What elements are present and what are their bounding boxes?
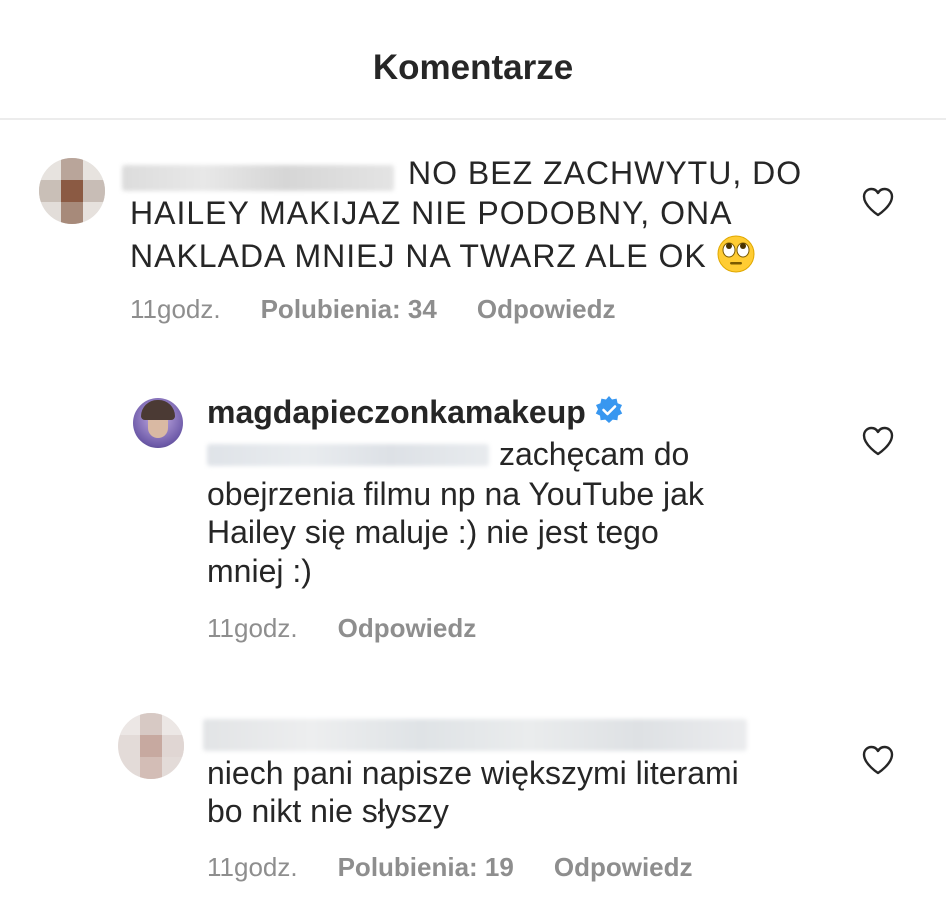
face-with-rolling-eyes-icon bbox=[717, 235, 755, 281]
page-title: Komentarze bbox=[372, 48, 574, 87]
username-redacted[interactable] bbox=[122, 165, 394, 191]
comment-time: 11godz. bbox=[207, 613, 298, 643]
reply-button[interactable]: Odpowiedz bbox=[338, 612, 477, 644]
likes-count-link[interactable]: Polubienia: 19 bbox=[338, 851, 514, 883]
heart-icon[interactable] bbox=[862, 745, 894, 775]
comment-meta: 11godz. Polubienia: 19 Odpowiedz bbox=[207, 851, 733, 883]
mention-redacted[interactable] bbox=[207, 444, 489, 466]
verified-badge-icon bbox=[594, 395, 624, 433]
comment-text-line: NO BEZ ZACHWYTU, DO bbox=[408, 155, 803, 191]
reply-button[interactable]: Odpowiedz bbox=[477, 293, 616, 325]
comment-text-line: niech pani napisze większymi literami bbox=[207, 755, 739, 791]
comment-meta: 11godz. Polubienia: 34 Odpowiedz bbox=[130, 293, 656, 325]
avatar[interactable] bbox=[118, 713, 184, 779]
heart-icon[interactable] bbox=[862, 426, 894, 456]
avatar[interactable] bbox=[133, 398, 183, 448]
comment-text-line: zachęcam do bbox=[499, 436, 690, 472]
comment-text-span: NAKLADA MNIEJ NA TWARZ ALE OK bbox=[130, 238, 707, 274]
likes-count-link[interactable]: Polubienia: 34 bbox=[261, 293, 437, 325]
comment-username[interactable]: magdapieczonkamakeup bbox=[207, 394, 586, 430]
comment-author-line: magdapieczonkamakeup bbox=[207, 394, 624, 433]
comment-text-line: Hailey się maluje :) nie jest tego bbox=[207, 514, 659, 550]
reply-button[interactable]: Odpowiedz bbox=[554, 851, 693, 883]
comment-time: 11godz. bbox=[130, 294, 221, 324]
heart-icon[interactable] bbox=[862, 187, 894, 217]
comment-text-line: NAKLADA MNIEJ NA TWARZ ALE OK bbox=[130, 235, 755, 281]
comment-text-line: bo nikt nie słyszy bbox=[207, 793, 449, 829]
comment-text-line: HAILEY MAKIJAZ NIE PODOBNY, ONA bbox=[130, 195, 733, 231]
avatar[interactable] bbox=[39, 158, 105, 224]
comments-header: Komentarze bbox=[0, 0, 946, 120]
comment-time: 11godz. bbox=[207, 852, 298, 882]
comment-text-line: obejrzenia filmu np na YouTube jak bbox=[207, 476, 704, 512]
username-redacted[interactable] bbox=[203, 719, 747, 751]
comment-text-line: mniej :) bbox=[207, 553, 312, 589]
comment-meta: 11godz. Odpowiedz bbox=[207, 612, 516, 644]
